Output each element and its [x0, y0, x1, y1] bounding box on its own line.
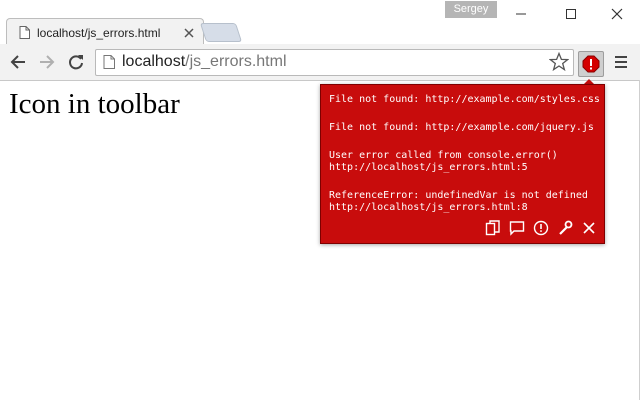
wrench-icon	[559, 220, 573, 235]
alert-button[interactable]	[532, 219, 550, 237]
copy-icon	[485, 220, 500, 236]
error-source-link[interactable]: http://localhost/js_errors.html:8	[329, 202, 601, 214]
error-message-line: ReferenceError: undefinedVar is not defi…	[329, 190, 588, 201]
url-text[interactable]: localhost/js_errors.html	[122, 53, 287, 71]
copy-button[interactable]	[484, 219, 502, 237]
profile-name-badge[interactable]: Sergey	[445, 1, 497, 18]
error-message[interactable]: File not found: http://example.com/style…	[329, 94, 601, 106]
browser-toolbar: localhost/js_errors.html	[0, 44, 640, 81]
error-source-link[interactable]: http://localhost/js_errors.html:5	[329, 162, 601, 174]
comment-icon	[509, 221, 525, 236]
error-messages: File not found: http://example.com/style…	[329, 94, 601, 230]
maximize-icon	[566, 9, 576, 19]
window-close-button[interactable]	[605, 4, 629, 24]
error-message-line: File not found: http://example.com/jquer…	[329, 122, 594, 133]
page-icon	[103, 55, 115, 69]
popup-actions	[484, 219, 598, 237]
extension-button[interactable]	[578, 51, 604, 77]
tab-close-icon[interactable]	[183, 27, 195, 39]
url-host: localhost	[122, 53, 186, 70]
title-bar: Sergey localhost/js_errors.html	[0, 0, 640, 46]
new-tab-button[interactable]	[199, 23, 243, 42]
tab-title: localhost/js_errors.html	[37, 26, 161, 40]
alert-icon	[533, 220, 549, 236]
forward-button[interactable]	[36, 51, 58, 73]
star-icon[interactable]	[549, 52, 569, 72]
error-badge-icon	[582, 55, 600, 73]
error-popup: File not found: http://example.com/style…	[320, 84, 605, 244]
hamburger-menu-icon[interactable]	[612, 53, 630, 71]
close-icon	[583, 222, 595, 234]
error-message[interactable]: ReferenceError: undefinedVar is not defi…	[329, 190, 601, 214]
forward-arrow-icon	[40, 55, 55, 69]
page-heading: Icon in toolbar	[9, 88, 180, 120]
tab-active[interactable]: localhost/js_errors.html	[6, 18, 204, 46]
error-message-line: File not found: http://example.com/style…	[329, 94, 600, 105]
reload-button[interactable]	[65, 51, 87, 73]
error-message-line: User error called from console.error()	[329, 150, 558, 161]
comment-button[interactable]	[508, 219, 526, 237]
back-button[interactable]	[7, 51, 29, 73]
maximize-button[interactable]	[559, 4, 583, 24]
error-message[interactable]: File not found: http://example.com/jquer…	[329, 122, 601, 134]
settings-button[interactable]	[556, 219, 574, 237]
popup-close-button[interactable]	[580, 219, 598, 237]
back-arrow-icon	[10, 55, 25, 69]
error-message[interactable]: User error called from console.error() h…	[329, 150, 601, 174]
address-bar[interactable]: localhost/js_errors.html	[95, 49, 574, 76]
minimize-button[interactable]	[509, 4, 533, 24]
close-icon	[611, 8, 623, 20]
page-icon	[19, 26, 30, 39]
url-path: /js_errors.html	[185, 53, 287, 70]
reload-icon	[69, 55, 83, 70]
minimize-icon	[516, 13, 526, 15]
